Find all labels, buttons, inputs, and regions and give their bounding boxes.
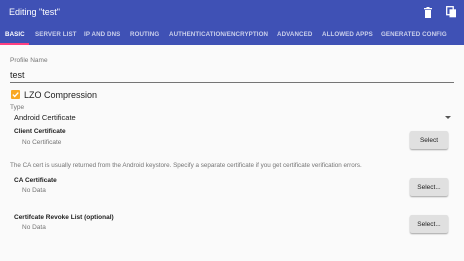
client-certificate-label: Client Certificate <box>14 128 66 135</box>
trash-icon[interactable] <box>421 5 435 19</box>
app-bar: Editing "test" <box>0 0 464 26</box>
tab-advanced[interactable]: ADVANCED <box>277 31 312 38</box>
tab-allowed-apps[interactable]: ALLOWED APPS <box>322 31 373 38</box>
ca-note: The CA cert is usually returned from the… <box>10 162 362 169</box>
copy-icon[interactable] <box>444 5 458 19</box>
tab-bar: BASIC SERVER LIST IP AND DNS ROUTING AUT… <box>0 26 464 45</box>
crl-value: No Data <box>22 224 46 231</box>
tab-ip-and-dns[interactable]: IP AND DNS <box>84 31 120 38</box>
type-label: Type <box>10 104 25 111</box>
ca-certificate-select-button[interactable]: Select... <box>410 178 448 196</box>
tab-generated-config[interactable]: GENERATED CONFIG <box>381 31 447 38</box>
page-title: Editing "test" <box>9 7 60 17</box>
client-certificate-value: No Certificate <box>22 139 62 146</box>
profile-name-underline <box>10 82 454 83</box>
tab-basic[interactable]: BASIC <box>5 31 25 38</box>
tab-routing[interactable]: ROUTING <box>130 31 159 38</box>
ca-certificate-label: CA Certificate <box>14 177 57 184</box>
check-icon <box>12 92 19 98</box>
lzo-label[interactable]: LZO Compression <box>24 90 97 100</box>
dropdown-arrow-icon[interactable] <box>445 116 451 119</box>
tab-authentication-encryption[interactable]: AUTHENTICATION/ENCRYPTION <box>169 31 268 38</box>
tab-indicator <box>0 43 29 45</box>
ca-certificate-value: No Data <box>22 187 46 194</box>
client-certificate-select-button[interactable]: Select <box>410 131 448 149</box>
crl-label: Certifcate Revoke List (optional) <box>14 214 114 221</box>
tab-server-list[interactable]: SERVER LIST <box>35 31 77 38</box>
crl-select-button[interactable]: Select... <box>410 215 448 233</box>
type-select[interactable]: Android Certificate <box>14 113 76 122</box>
profile-name-input[interactable]: test <box>10 70 25 80</box>
lzo-checkbox[interactable] <box>11 90 20 99</box>
profile-name-label: Profile Name <box>10 57 48 64</box>
